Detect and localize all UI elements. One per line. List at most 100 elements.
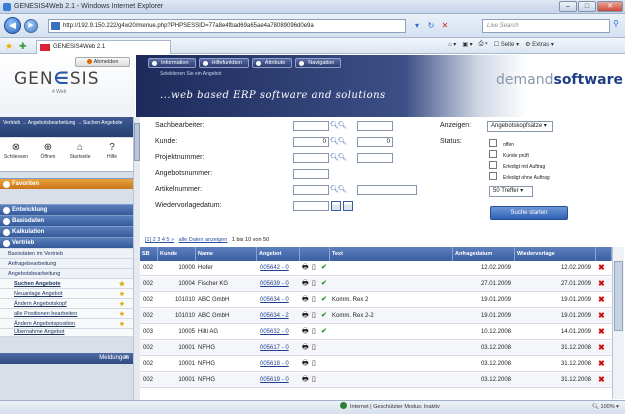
- sidebar-item-aendern-angebotskopf[interactable]: Ändern Angebotskopf ★: [0, 299, 133, 309]
- delete-icon[interactable]: ✖: [598, 328, 605, 336]
- kunde-from-input[interactable]: 0: [293, 137, 329, 147]
- table-row[interactable]: 002 10001 NFHG 005617 - 0 🖶︎ ▯ 03.12.2008 31.12…: [140, 341, 612, 356]
- cell-angebot-link[interactable]: 005634 - 0: [260, 293, 289, 308]
- table-row[interactable]: 002 10001 NFHG 005618 - 0 🖶︎ ▯ 03.12.2008 31.12…: [140, 357, 612, 372]
- lookup-icon[interactable]: 🔍︎🔍︎: [330, 185, 347, 193]
- sidebar-favorites[interactable]: Favoriten: [0, 178, 133, 189]
- sachbearbeiter-to-input[interactable]: [357, 121, 393, 131]
- delete-icon[interactable]: ✖: [598, 280, 605, 288]
- lookup-icon[interactable]: 🔍︎🔍︎: [330, 153, 347, 161]
- wiedervorlage-from-input[interactable]: [293, 201, 329, 211]
- calendar-icon[interactable]: [331, 201, 341, 211]
- table-row[interactable]: 002 101010 ABC GmbH 005634 - 0 🖶︎ ▯ ✔ Komm. Rex…: [140, 293, 612, 308]
- projektnummer-to-input[interactable]: [357, 153, 393, 163]
- delete-icon[interactable]: ✖: [598, 264, 605, 272]
- document-icon[interactable]: ▯: [312, 312, 316, 320]
- col-angebot[interactable]: Angebot: [257, 247, 300, 261]
- sachbearbeiter-from-input[interactable]: [293, 121, 329, 131]
- delete-icon[interactable]: ✖: [598, 360, 605, 368]
- favorites-star-icon[interactable]: ★: [5, 41, 13, 52]
- document-icon[interactable]: ▯: [312, 360, 316, 368]
- add-favorite-icon[interactable]: ✚: [19, 41, 27, 52]
- nav-tab-information[interactable]: Information: [148, 58, 196, 68]
- print-icon[interactable]: 🖶︎: [302, 312, 309, 320]
- cell-angebot-link[interactable]: 005617 - 0: [260, 341, 289, 356]
- print-icon[interactable]: 🖶︎: [302, 264, 309, 272]
- cell-angebot-link[interactable]: 005619 - 0: [260, 373, 289, 388]
- sidebar-scroll-thumb[interactable]: [134, 123, 140, 161]
- tab-genesis[interactable]: GENESIS4Web 2.1: [36, 40, 171, 54]
- sidebar-section-kalkulation[interactable]: Kalkulation: [0, 226, 133, 237]
- print-icon[interactable]: 🖶︎: [302, 360, 309, 368]
- print-icon[interactable]: 🖶︎: [302, 376, 309, 384]
- sidebar-item-angebotsbearbeitung[interactable]: Angebotsbearbeitung: [0, 269, 133, 279]
- page-links[interactable]: [1] 2 3 4 5 »: [145, 237, 174, 243]
- zoom-level[interactable]: 🔍︎ 100% ▾: [592, 401, 619, 414]
- stop-icon[interactable]: ✕: [438, 19, 452, 33]
- status-offen-checkbox[interactable]: offen: [489, 139, 514, 148]
- search-input[interactable]: Live Search: [482, 19, 610, 33]
- sidebar-item-anfragebearbeitung[interactable]: Anfragebearbeitung: [0, 259, 133, 269]
- feeds-icon[interactable]: ▣ ▾: [462, 41, 472, 48]
- back-button[interactable]: ◀: [4, 17, 21, 34]
- document-icon[interactable]: ▯: [312, 264, 316, 272]
- url-input[interactable]: http://192.9.150.222/g4w20/menue.php?PHP…: [48, 19, 406, 33]
- extras-menu[interactable]: ⚙ Extras ▾: [525, 41, 554, 48]
- minimize-button[interactable]: –: [559, 1, 577, 12]
- search-icon[interactable]: ⚲: [613, 19, 619, 28]
- dropdown-icon[interactable]: ▾: [410, 19, 424, 33]
- print-icon[interactable]: 🖶︎: [302, 280, 309, 288]
- cell-angebot-link[interactable]: 005618 - 0: [260, 357, 289, 372]
- document-icon[interactable]: ▯: [312, 296, 316, 304]
- sidebar-item-basisdaten-vertrieb[interactable]: Basisdaten im Vertrieb: [0, 249, 133, 259]
- col-wiedervorlage[interactable]: Wiedervorlage: [515, 247, 596, 261]
- cell-angebot-link[interactable]: 005639 - 0: [260, 277, 289, 292]
- print-icon[interactable]: 🖶︎: [302, 296, 309, 304]
- delete-icon[interactable]: ✖: [598, 296, 605, 304]
- page-menu[interactable]: ☐ Seite ▾: [494, 41, 519, 48]
- projektnummer-from-input[interactable]: [293, 153, 329, 163]
- col-sb[interactable]: SB: [140, 247, 158, 261]
- print-icon[interactable]: 🖶︎: [302, 344, 309, 352]
- sidebar-open-button[interactable]: ⊕ Öffnen: [34, 142, 62, 160]
- logout-button[interactable]: Abmelden: [75, 57, 130, 67]
- sidebar-help-button[interactable]: ? Hilfe: [98, 142, 126, 160]
- document-icon[interactable]: ▯: [312, 280, 316, 288]
- table-row[interactable]: 002 10001 NFHG 005619 - 0 🖶︎ ▯ 03.12.2008 31.12…: [140, 373, 612, 388]
- sidebar-close-button[interactable]: ⊗ Schliessen: [2, 142, 30, 160]
- close-window-button[interactable]: ✕: [597, 1, 623, 12]
- angebotsnummer-input[interactable]: [293, 169, 329, 179]
- sidebar-section-vertrieb[interactable]: Vertrieb: [0, 237, 133, 248]
- search-start-button[interactable]: Suche starten: [490, 206, 568, 220]
- sidebar-item-aendern-angebotsposition[interactable]: Ändern Angebotsposition ★: [0, 319, 133, 329]
- status-erledigt-mit-checkbox[interactable]: Erledigt mit Auftrag: [489, 161, 545, 170]
- document-icon[interactable]: ▯: [312, 376, 316, 384]
- document-icon[interactable]: ▯: [312, 344, 316, 352]
- col-kunde[interactable]: Kunde: [158, 247, 196, 261]
- close-icon[interactable]: ✕: [124, 353, 129, 364]
- nav-tab-help[interactable]: Hilfefunktion: [198, 58, 249, 68]
- table-row[interactable]: 003 10005 Hilti AG 005632 - 0 🖶︎ ▯ ✔ 10.12.2008…: [140, 325, 612, 340]
- col-name[interactable]: Name: [196, 247, 257, 261]
- sidebar-section-basisdaten[interactable]: Basisdaten: [0, 215, 133, 226]
- sidebar-scrollbar[interactable]: [133, 117, 140, 400]
- artikelnummer-from-input[interactable]: [293, 185, 329, 195]
- delete-icon[interactable]: ✖: [598, 344, 605, 352]
- table-scrollbar[interactable]: [612, 247, 624, 399]
- sidebar-home-button[interactable]: ⌂ Startseite: [66, 142, 94, 160]
- sidebar-item-neuanlage-angebot[interactable]: Neuanlage Angebot ★: [0, 289, 133, 299]
- table-scroll-thumb[interactable]: [614, 261, 623, 331]
- lookup-icon[interactable]: 🔍︎🔍︎: [330, 121, 347, 129]
- print-icon[interactable]: ⎙ ▾: [479, 41, 488, 48]
- sidebar-item-uebernahme-angebot[interactable]: Übernahme Angebot: [0, 329, 133, 337]
- show-all-link[interactable]: alle Daten anzeigen: [179, 237, 228, 243]
- col-text[interactable]: Text: [330, 247, 453, 261]
- col-anfragedatum[interactable]: Anfragedatum: [453, 247, 515, 261]
- maximize-button[interactable]: □: [578, 1, 596, 12]
- sidebar-item-alle-positionen[interactable]: alle Positionen bearbeiten ★: [0, 309, 133, 319]
- home-icon[interactable]: ⌂ ▾: [448, 41, 456, 48]
- delete-icon[interactable]: ✖: [598, 312, 605, 320]
- cell-angebot-link[interactable]: 005642 - 0: [260, 261, 289, 276]
- print-icon[interactable]: 🖶︎: [302, 328, 309, 336]
- forward-button[interactable]: ▶: [24, 19, 38, 33]
